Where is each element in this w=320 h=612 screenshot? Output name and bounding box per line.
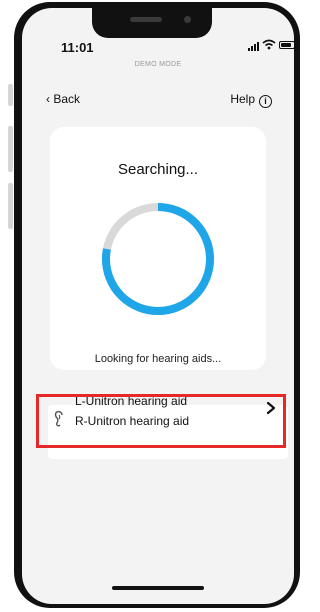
speaker-grille	[130, 17, 162, 22]
info-icon: i	[259, 95, 272, 108]
signal-icon	[248, 41, 260, 51]
volume-down-button	[8, 183, 13, 229]
app-screen: 11:01 DEMO MODE ‹ Back Help i Searching..…	[22, 8, 294, 604]
back-label: Back	[53, 92, 81, 106]
selection-highlight	[36, 394, 286, 448]
volume-up-button	[8, 126, 13, 172]
progress-ring	[102, 203, 214, 315]
wifi-icon	[262, 39, 276, 53]
home-indicator	[112, 586, 204, 590]
battery-icon	[279, 41, 294, 49]
help-label: Help	[230, 92, 255, 106]
search-card: Searching... Looking for hearing aids...	[50, 127, 266, 370]
search-title: Searching...	[117, 161, 199, 178]
ringer-switch	[8, 84, 13, 106]
search-subtitle: Looking for hearing aids...	[94, 353, 222, 365]
back-button[interactable]: ‹ Back	[46, 92, 80, 106]
demo-mode-label: DEMO MODE	[134, 61, 182, 68]
camera-icon	[184, 16, 191, 23]
status-time: 11:01	[61, 40, 94, 55]
help-button[interactable]: Help i	[230, 92, 272, 108]
notch	[92, 8, 212, 38]
